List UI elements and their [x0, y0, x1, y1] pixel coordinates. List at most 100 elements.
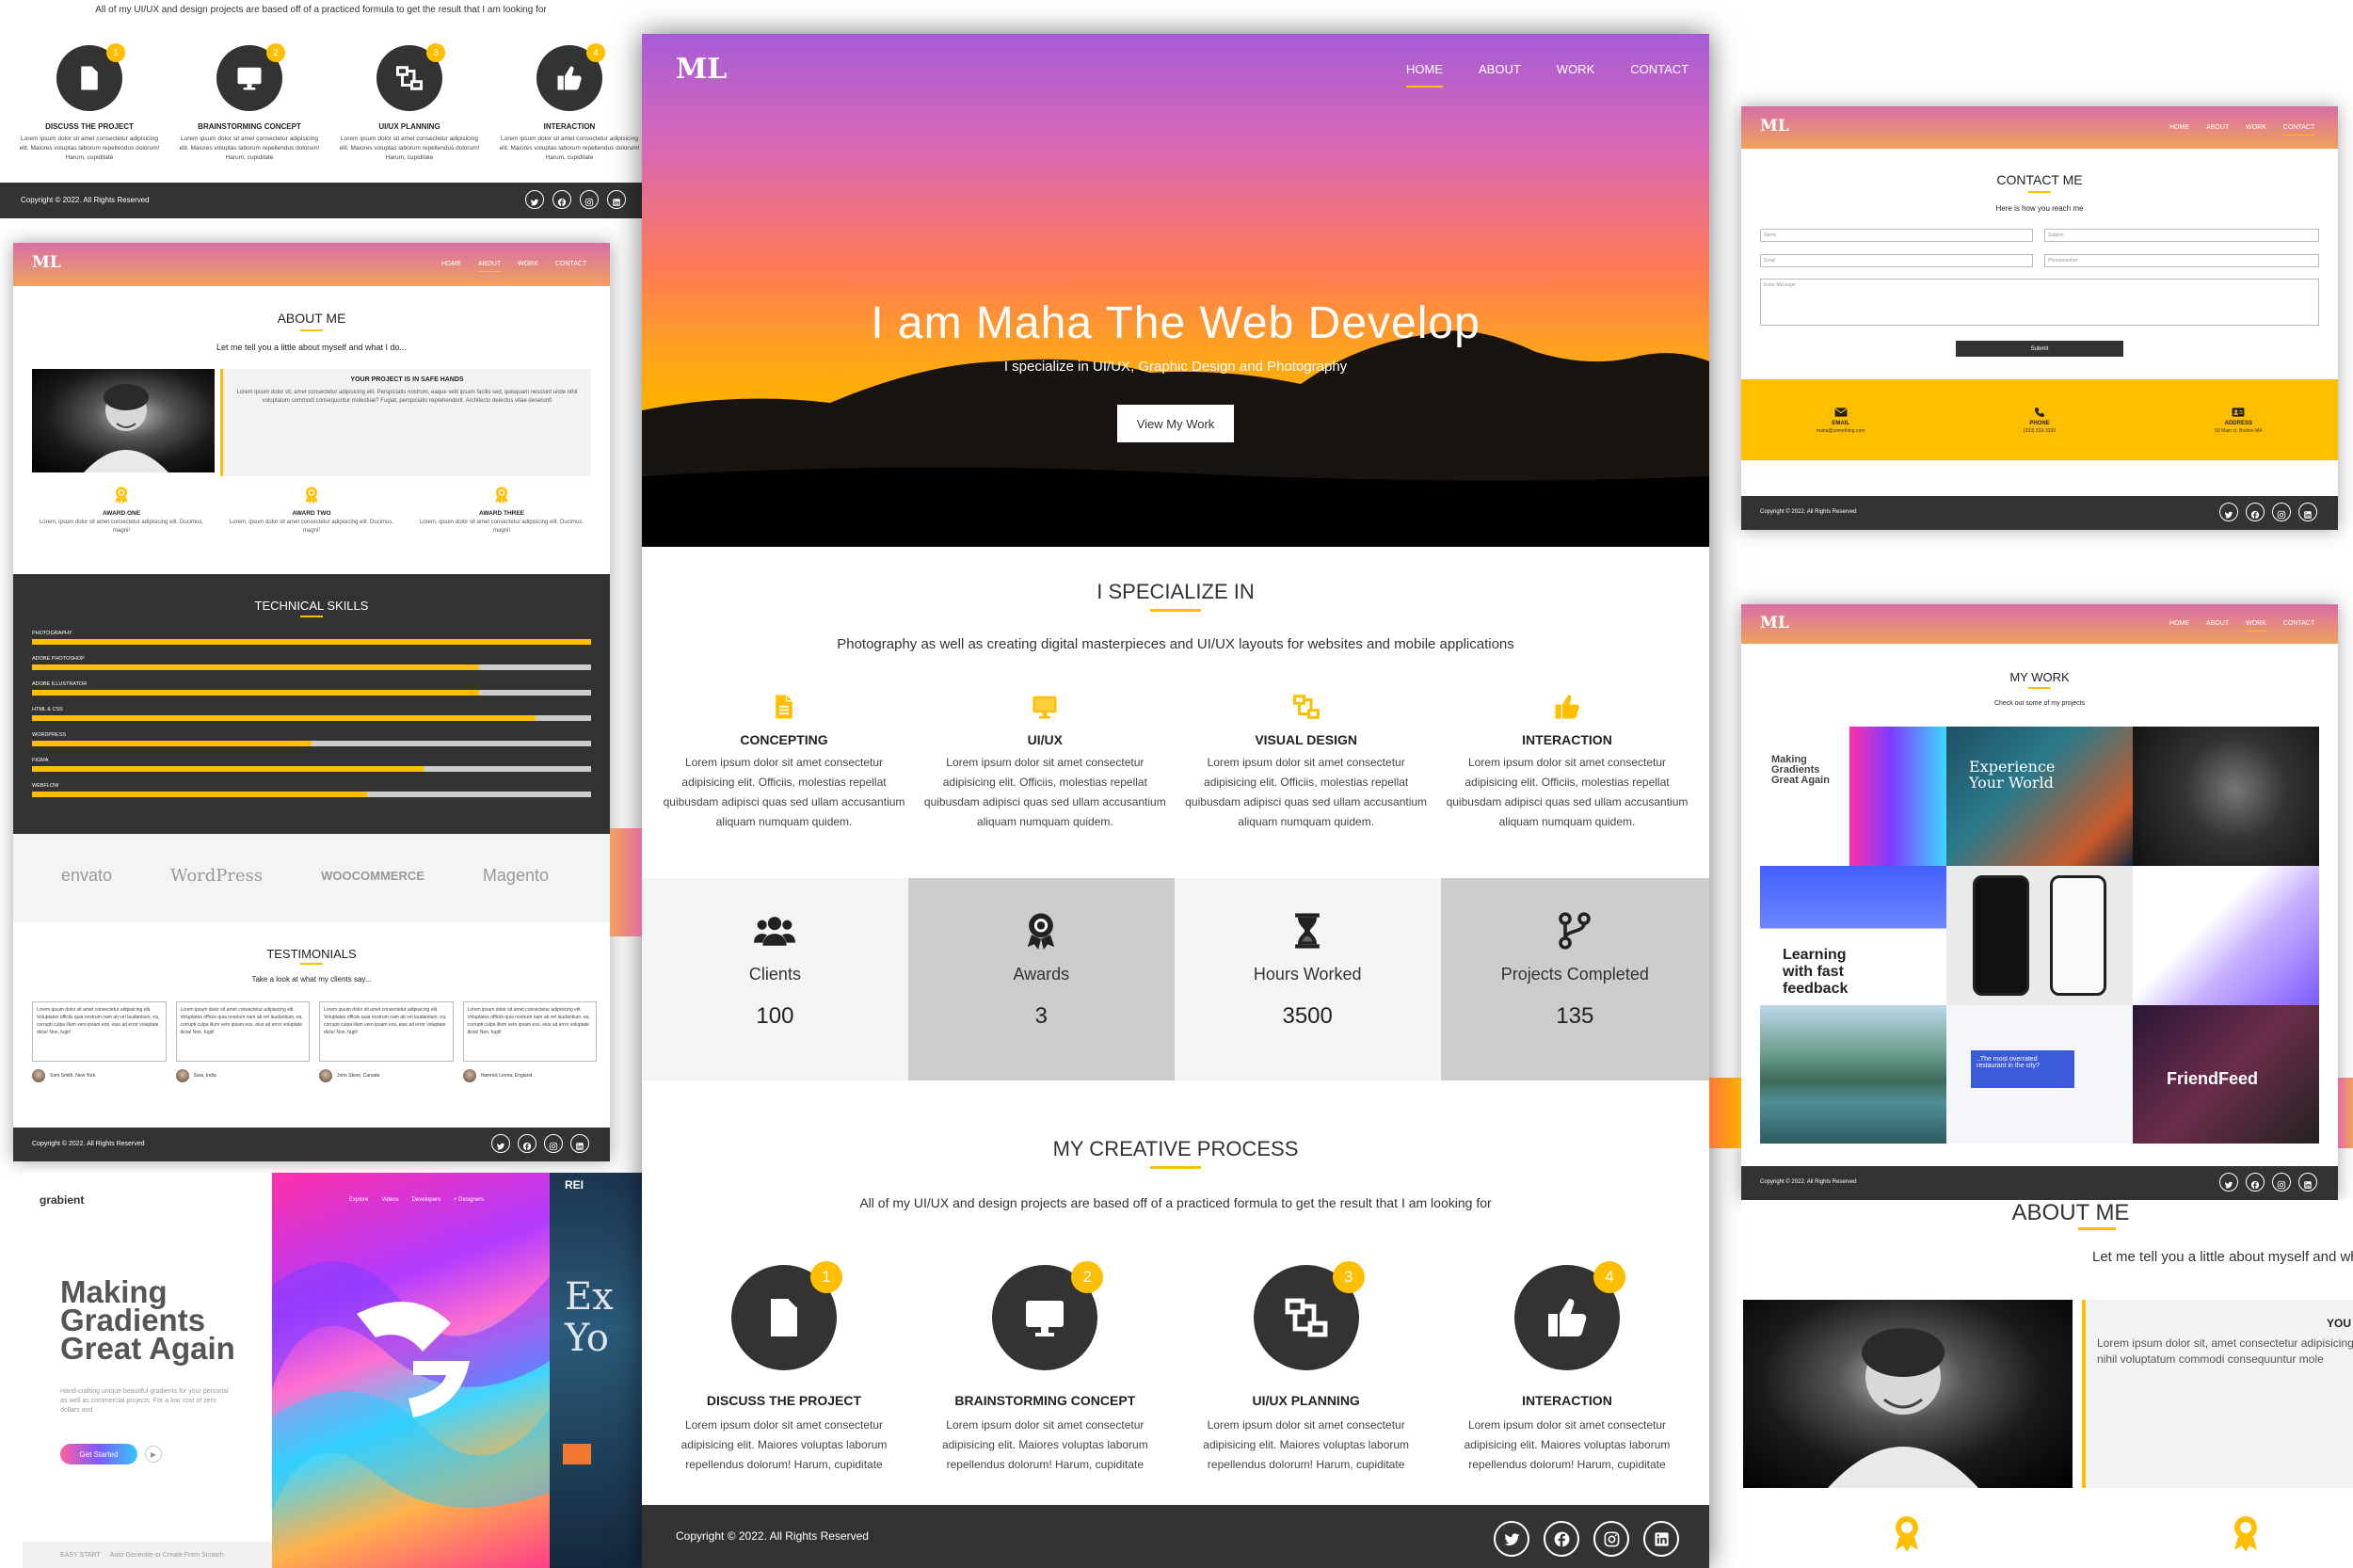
instagram-icon[interactable]: [2272, 503, 2291, 521]
envelope-icon: [1833, 406, 1848, 417]
nav-contact[interactable]: CONTACT: [2283, 620, 2314, 627]
stat-value: 3: [1034, 1003, 1048, 1029]
thumbs-up-icon: [1553, 693, 1581, 721]
avatar: [462, 1069, 476, 1082]
nav-about[interactable]: ABOUT: [1479, 62, 1521, 84]
contact-value[interactable]: maha@something.com: [1756, 428, 1926, 434]
nav-home[interactable]: HOME: [2169, 620, 2189, 627]
nav-about[interactable]: ABOUT: [2206, 620, 2229, 627]
process-step-icon: 4: [1513, 1261, 1625, 1370]
instagram-icon[interactable]: [580, 190, 599, 209]
testimonial-card: Lorem ipsum dolor sit amet consectetur a…: [462, 1001, 597, 1082]
facebook-icon[interactable]: [2246, 1173, 2265, 1192]
tile-text: Making Gradients Great Again: [1771, 754, 1830, 786]
subject-input[interactable]: Subject: [2044, 229, 2319, 242]
grabient-nav-3[interactable]: + Designers: [454, 1197, 484, 1203]
bg-gradient-sliver: [1709, 1078, 1741, 1148]
get-started-button[interactable]: Get Started: [60, 1444, 137, 1464]
specialize-item-title: CONCEPTING: [740, 732, 828, 747]
brand-logo[interactable]: ML: [1760, 117, 1789, 136]
users-icon: [754, 912, 796, 950]
twitter-icon[interactable]: [491, 1134, 510, 1153]
process-step-icon: 1: [56, 43, 125, 111]
process-step-icon: 1: [731, 1261, 842, 1370]
process-step-text: Lorem ipsum dolor sit amet consectetur a…: [1203, 1418, 1410, 1471]
grabient-logo[interactable]: grabient: [40, 1193, 84, 1207]
grabient-nav-1[interactable]: Videos: [381, 1197, 398, 1203]
layout-icon: [1284, 1295, 1329, 1340]
phone-input[interactable]: Phonenumber: [2044, 254, 2319, 267]
navbar: ML HOME ABOUT WORK CONTACT: [1741, 604, 2338, 644]
view-my-work-button[interactable]: View My Work: [1117, 405, 1234, 442]
brand-logo[interactable]: ML: [1760, 614, 1789, 632]
nav-about[interactable]: ABOUT: [478, 261, 502, 272]
nav-work[interactable]: WORK: [2246, 620, 2266, 632]
work-tile-photographer[interactable]: [2133, 727, 2319, 866]
work-tile-experience[interactable]: Experience Your World: [1946, 727, 2133, 866]
facebook-icon[interactable]: [518, 1134, 536, 1153]
testimonial-text: Lorem ipsum dolor sit amet consectetur a…: [319, 1001, 454, 1062]
message-input[interactable]: Enter Message: [1760, 279, 2319, 326]
twitter-icon[interactable]: [2219, 1173, 2238, 1192]
work-tile-landing[interactable]: [2133, 866, 2319, 1005]
twitter-icon[interactable]: [2219, 503, 2238, 521]
process-subtitle: All of my UI/UX and design projects are …: [95, 5, 547, 15]
brand-logo[interactable]: ML: [676, 53, 727, 86]
nav-home[interactable]: HOME: [441, 261, 461, 267]
nav-work[interactable]: WORK: [518, 261, 538, 267]
layout-icon: [1292, 693, 1321, 721]
work-tile-gradients[interactable]: Making Gradients Great Again: [1760, 727, 1946, 866]
linkedin-icon[interactable]: [2298, 503, 2317, 521]
play-icon[interactable]: ▶: [145, 1446, 162, 1463]
nav-contact[interactable]: CONTACT: [2282, 124, 2315, 136]
process-step: 3 UI/UX PLANNING Lorem ipsum dolor sit a…: [339, 43, 480, 168]
instagram-icon[interactable]: [2272, 1173, 2291, 1192]
grabient-nav-2[interactable]: Developers: [412, 1197, 440, 1203]
instagram-icon[interactable]: [544, 1134, 563, 1153]
name-input[interactable]: Name: [1760, 229, 2033, 242]
contact-title: CONTACT ME: [1996, 172, 2083, 187]
submit-button[interactable]: Submit: [1956, 341, 2123, 357]
nav-home[interactable]: HOME: [2169, 124, 2189, 131]
award-icon: [114, 486, 129, 504]
work-tile-mobile-app[interactable]: [1946, 866, 2133, 1005]
skill-row: ADOBE ILLUSTRATOR: [32, 681, 591, 696]
title-underline: [300, 616, 323, 617]
specialize-item: UI/UX Lorem ipsum dolor sit amet consect…: [921, 693, 1168, 832]
about-page-preview: ML HOME ABOUT WORK CONTACT ABOUT ME Let me …: [13, 243, 610, 1161]
twitter-icon[interactable]: [525, 190, 544, 209]
facebook-icon[interactable]: [552, 190, 571, 209]
grabient-title: Making Gradients Great Again: [60, 1274, 235, 1366]
specialize-item-text: Lorem ipsum dolor sit amet consectetur a…: [663, 756, 905, 828]
work-tile-restaurant[interactable]: ..The most overrated restaurant in the c…: [1946, 1005, 2133, 1144]
work-tile-learning[interactable]: Learning with fast feedback: [1760, 866, 1946, 1005]
facebook-icon[interactable]: [2246, 503, 2265, 521]
twitter-icon[interactable]: [1494, 1521, 1529, 1557]
ocean-button[interactable]: [563, 1444, 591, 1464]
testimonial-text: Lorem ipsum dolor sit amet consectetur a…: [462, 1001, 597, 1062]
linkedin-icon[interactable]: [607, 190, 626, 209]
nav-work[interactable]: WORK: [2246, 124, 2266, 131]
nav-about[interactable]: ABOUT: [2206, 124, 2229, 131]
work-tile-friendfeed[interactable]: FriendFeed: [2133, 1005, 2319, 1144]
grabient-nav-0[interactable]: Explore: [349, 1197, 368, 1203]
brand-logo[interactable]: ML: [32, 253, 61, 272]
nav-contact[interactable]: CONTACT: [1630, 62, 1689, 84]
linkedin-icon[interactable]: [1643, 1521, 1679, 1557]
linkedin-icon[interactable]: [2298, 1173, 2317, 1192]
process-step-title: UI/UX PLANNING: [378, 122, 440, 131]
footer: Copyright © 2022. All Rights Reserved: [1741, 1166, 2338, 1200]
email-input[interactable]: Email: [1760, 254, 2033, 267]
active-nav-underline: [1406, 86, 1443, 88]
nav-contact[interactable]: CONTACT: [555, 261, 586, 267]
testimonial-text: Lorem ipsum dolor sit amet consectetur a…: [175, 1001, 310, 1062]
award-item: AWARD THREE Lorem, ipsum dolor sit amet …: [412, 486, 591, 542]
process-step-text: Lorem ipsum dolor sit amet consectetur a…: [499, 136, 640, 161]
facebook-icon[interactable]: [1544, 1521, 1579, 1557]
instagram-icon[interactable]: [1593, 1521, 1629, 1557]
linkedin-icon[interactable]: [570, 1134, 589, 1153]
work-tile-lake[interactable]: [1760, 1005, 1946, 1144]
nav-work[interactable]: WORK: [1557, 62, 1594, 84]
grabient-footer-text: Auto-Generate or Create From Scratch: [109, 1551, 224, 1559]
nav-home[interactable]: HOME: [1406, 62, 1443, 88]
